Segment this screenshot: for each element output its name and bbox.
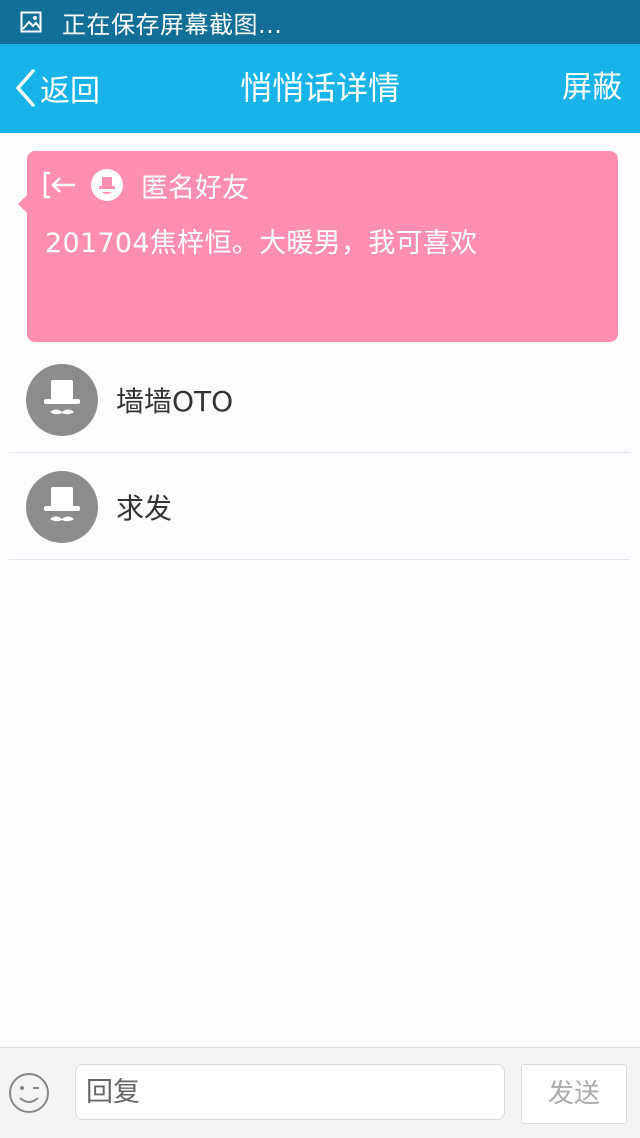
message-author: 匿名好友 [141,172,249,204]
image-icon [20,11,42,33]
exit-arrow-icon [43,171,75,199]
reply-row[interactable]: 墙墙OTO [9,344,630,453]
block-button[interactable]: 屏蔽 [562,66,622,110]
top-hat-avatar-icon [26,471,98,543]
emoji-icon[interactable] [8,1072,50,1114]
status-bar: 正在保存屏幕截图... [0,0,640,44]
reply-bar: 发送 [0,1047,640,1138]
top-hat-avatar-icon [26,364,98,436]
page-title: 悄悄话详情 [239,69,400,107]
message-card: 匿名好友 201704焦梓恒。大暖男，我可喜欢 [18,151,618,342]
reply-user-name: 墙墙OTO [116,385,234,418]
status-text: 正在保存屏幕截图... [62,10,283,39]
message-header: 匿名好友 [43,168,249,204]
reply-input[interactable] [75,1064,505,1120]
anonymous-avatar-icon [91,169,123,201]
reply-row[interactable]: 求发 [9,451,630,560]
message-text: 201704焦梓恒。大暖男，我可喜欢 [45,228,478,259]
reply-user-name: 求发 [116,492,173,525]
title-bar: 返回 悄悄话详情 屏蔽 [0,44,640,133]
send-button[interactable]: 发送 [521,1064,627,1124]
